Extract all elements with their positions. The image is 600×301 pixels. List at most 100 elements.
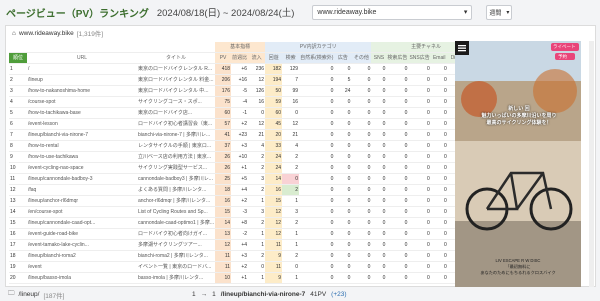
cell-url[interactable]: /event-tamako-lake-cyclin... [27,239,137,251]
cell-url[interactable]: /course-spot [27,96,137,108]
col-header-rank[interactable]: 順位 [9,52,27,64]
cell-circulation: 11 [265,261,283,273]
col-header-title[interactable]: タイトル [137,52,216,64]
cell-url[interactable]: /how-to-tachikawa-base [27,107,137,119]
table-row[interactable]: 6/event-lesson ロードバイク初心者講習会（東... 57 +2 12 45 1… [9,118,481,130]
cell-search: 0 [282,261,300,273]
col-header-url[interactable]: URL [27,52,137,64]
cell-ad: 0 [334,272,352,284]
cell-url[interactable]: /en/course-spot [27,206,137,218]
cell-search: 0 [282,173,300,185]
cell-url[interactable]: /lineup [27,74,137,86]
cell-organic: 0 [299,261,335,273]
cell-title: basso-imola | 多摩川レンタ... [137,272,216,284]
table-row[interactable]: 7/lineup/bianchi-via-nirone-7 bianchi-via… [9,129,481,141]
cell-sns: 0 [371,184,387,196]
cell-sns: 0 [371,272,387,284]
cell-search-ad: 0 [386,118,409,130]
cell-pv: 14 [215,217,232,229]
cell-url[interactable]: /how-to-rental [27,140,137,152]
table-row[interactable]: 16/event-guide-road-bike ロードバイク初心者向けガイ...… [9,228,481,240]
cell-sns-ad: 0 [408,129,431,141]
cell-url[interactable]: /event-lesson [27,118,137,130]
table-row[interactable]: 11/lineup/cannondale-badboy-3 cannondale-… [9,173,481,185]
table-row[interactable]: 19/event イベント一覧 | 東京のロードバ... 11 +2 0 11 0 0 0 0 0 0… [9,261,481,273]
col-header-inflow[interactable]: 流入 [248,52,266,64]
pager-current[interactable]: 1 [192,291,196,298]
table-row[interactable]: 3/how-to-nakanoshima-home 東京ロードバイクレンタル 中.… [9,85,481,97]
cell-url[interactable]: /lineup/cannondale-badboy-3 [27,173,137,185]
col-header-search-ad[interactable]: 検索広告 [386,52,409,64]
col-header-circulation[interactable]: 回遊 [265,52,283,64]
cell-title: bianchi-via-nirone-7 | 多摩川レ... [137,129,216,141]
table-row[interactable]: 4/course-spot サイクリングコース・スポ... 75 -4 16 59 16 0 0… [9,96,481,108]
table-row[interactable]: 10/event-cycling-nao-space サイクリング実践型サービス.… [9,162,481,174]
cell-inflow: 3 [248,206,266,218]
preview-button-top[interactable]: ライベート [553,44,576,50]
col-header-organic[interactable]: 自然系(検索外) [299,52,335,64]
cell-title: cannondale-badboy3 | 多摩川レ... [137,173,216,185]
pager-next[interactable]: 1 [212,291,216,298]
table-row[interactable]: 17/event-tamako-lake-cyclin... 多摩湖サイクリングツ… [9,239,481,251]
table-row[interactable]: 1/東京のロードバイクレンタル R... 418 +6 236 182 129 0 0 0 0 0 0… [9,63,481,75]
cell-url[interactable]: /how-to-nakanoshima-home [27,85,137,97]
cell-url[interactable]: /lineup/cannondale-caad-opt... [27,217,137,229]
cell-url[interactable]: /event-cycling-nao-space [27,162,137,174]
cell-sns-ad: 0 [408,107,431,119]
cell-title: 東京ロードバイクレンタル 料金... [137,74,216,86]
cell-other: 0 [351,195,372,207]
cell-url[interactable]: /event-guide-road-bike [27,228,137,240]
col-header-search[interactable]: 検索 [282,52,300,64]
cell-other: 0 [351,250,372,262]
col-header-email[interactable]: Email [430,52,448,64]
table-row[interactable]: 14/en/course-spot List of Cycling Routes … [9,206,481,218]
cell-url[interactable]: /lineup/bianchi-via-nirone-7 [27,129,137,141]
cell-url[interactable]: /faq [27,184,137,196]
col-header-wow[interactable]: 前週比 [231,52,249,64]
table-row[interactable]: 18/lineup/bianchi-roma2 bianchi-roma2 | 多… [9,250,481,262]
cell-ad: 0 [334,63,352,75]
cell-wow: +8 [231,217,249,229]
cell-wow: +10 [231,151,249,163]
cell-circulation: 12 [265,228,283,240]
col-header-other[interactable]: その他 [351,52,372,64]
cell-inflow: 236 [248,63,266,75]
cell-search-ad: 0 [386,239,409,251]
cell-title: 多摩湖サイクリングツアー... [137,239,216,251]
cell-url[interactable]: /how-to-use-tachikawa [27,151,137,163]
cell-url[interactable]: /lineup/anchor-rl6dmqr [27,195,137,207]
site-select[interactable]: www.rideaway.bike ▾ [312,4,473,20]
cell-url[interactable]: /lineup/bianchi-roma2 [27,250,137,262]
col-header-pv[interactable]: PV [215,52,232,64]
table-row[interactable]: 9/how-to-use-tachikawa 立川ベース店の利用方法 | 東京..… [9,151,481,163]
preview-button-sub[interactable]: 予約 [558,54,567,60]
cell-search-ad: 0 [386,85,409,97]
cell-sns: 0 [371,151,387,163]
cell-url[interactable]: /event [27,261,137,273]
scrollbar[interactable] [589,41,594,287]
table-row[interactable]: 12/faqよくある質問 | 多摩川レンタ...18+4216200000000… [9,184,481,196]
table-row[interactable]: 13/lineup/anchor-rl6dmqr anchor-rl6dmqr |… [9,195,481,207]
cell-circulation: 24 [265,162,283,174]
period-select[interactable]: 週間 ▾ [486,4,513,20]
cell-sns: 0 [371,96,387,108]
col-header-sns[interactable]: SNS [371,52,387,64]
col-header-ad[interactable]: 広告 [334,52,352,64]
table-row[interactable]: 8/how-to-rental レンタサイクルの手順 | 東京ロ... 37 +3 4 3… [9,140,481,152]
group-header-row: 基本指標 PV内訳カテゴリ 主要チャネル [9,42,481,53]
cell-other: 0 [351,63,372,75]
cell-sns-ad: 0 [408,272,431,284]
col-header-sns-ad[interactable]: SNS広告 [408,52,431,64]
cell-url[interactable]: / [27,63,137,75]
table-row[interactable]: 5/how-to-tachikawa-base 東京のロードバイク店... 60 -1… [9,107,481,119]
selected-url[interactable]: /lineup/bianchi-via-nirone-7 [221,291,306,298]
cell-ad: 0 [334,96,352,108]
cell-url[interactable]: /lineup/basso-imola [27,272,137,284]
table-row[interactable]: 20/lineup/basso-imola basso-imola | 多摩川レン… [9,272,481,284]
footer-path[interactable]: /lineup/ [19,291,40,298]
cell-search: 2 [282,151,300,163]
table-row[interactable]: 15/lineup/cannondale-caad-opt... cannonda… [9,217,481,229]
table-row[interactable]: 2/lineup 東京ロードバイクレンタル 料金... 206 +16 12 194 7 0 5… [9,74,481,86]
cell-pv: 18 [215,184,232,196]
cell-pv: 11 [215,261,232,273]
